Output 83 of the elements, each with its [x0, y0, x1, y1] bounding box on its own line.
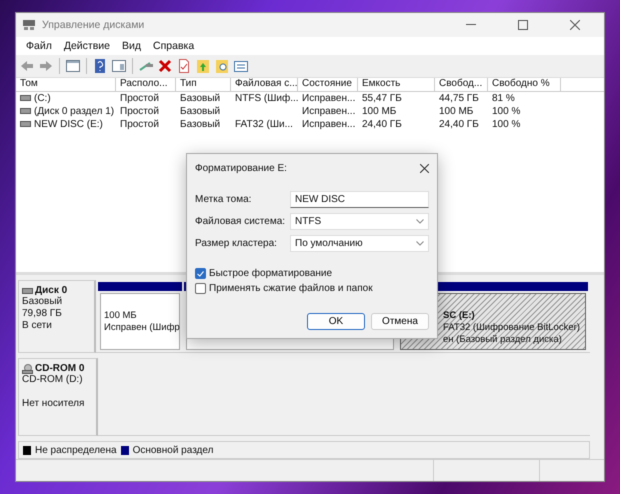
- window-title: Управление дисками: [42, 18, 146, 31]
- drive-icon: [20, 95, 31, 102]
- column-header[interactable]: Тип: [176, 78, 231, 91]
- disk-name: Диск 0: [35, 285, 68, 296]
- disk-type: CD-ROM (D:): [22, 374, 84, 386]
- field-label: Метка тома:: [195, 194, 252, 204]
- table-cell: 81 %: [492, 92, 515, 104]
- partition-info: ен (Базовый раздел диска): [443, 334, 563, 346]
- table-cell: Простой: [120, 92, 159, 104]
- table-cell: 100 %: [492, 118, 520, 130]
- dialog-title: Форматирование E:: [195, 162, 287, 174]
- close-icon[interactable]: [570, 20, 580, 30]
- minimize-icon[interactable]: [466, 24, 476, 26]
- field-label: Размер кластера:: [195, 238, 278, 248]
- close-icon[interactable]: [420, 164, 429, 172]
- chevron-icon: [416, 218, 424, 224]
- checkbox-label: Применять сжатие файлов и папок: [209, 283, 373, 294]
- chevron-icon: [416, 240, 424, 246]
- column-header[interactable]: Том: [16, 78, 116, 91]
- folder-search-icon[interactable]: [214, 58, 230, 74]
- folder-up-icon[interactable]: [195, 58, 211, 74]
- dialog-button[interactable]: Отмена: [371, 313, 429, 330]
- column-header[interactable]: Состояние: [298, 78, 358, 91]
- partition-info: Исправен (Шифр: [104, 322, 177, 334]
- panel-icon[interactable]: [111, 58, 127, 74]
- app-icon: [22, 18, 36, 31]
- disk-status: В сети: [22, 320, 53, 332]
- column-header[interactable]: Располо...: [116, 78, 176, 91]
- dropdown-field[interactable]: NTFS: [290, 212, 429, 230]
- menu-item[interactable]: Действие: [58, 40, 116, 52]
- table-cell: Исправен...: [302, 92, 356, 104]
- table-cell: Исправен...: [302, 106, 356, 117]
- checkbox[interactable]: [195, 268, 206, 279]
- drive-icon: [22, 288, 33, 294]
- legend-label: Основной раздел: [132, 444, 214, 456]
- table-cell: 55,47 ГБ: [362, 92, 402, 104]
- checked-document-icon[interactable]: [176, 58, 192, 74]
- table-cell: (Диск 0 раздел 1): [34, 106, 114, 117]
- disk-name: CD-ROM 0: [35, 363, 84, 374]
- table-cell: 100 %: [492, 106, 520, 117]
- legend-label: Не распределена: [35, 444, 117, 456]
- column-header[interactable]: Емкость: [358, 78, 435, 91]
- checkbox-label: Быстрое форматирование: [209, 268, 332, 279]
- partition-info: 100 МБ: [104, 310, 138, 322]
- dropdown-field[interactable]: По умолчанию: [290, 234, 429, 252]
- field-label: Файловая система:: [195, 216, 286, 226]
- menu-item[interactable]: Справка: [147, 40, 200, 52]
- partition-title: SC (E:): [443, 310, 476, 322]
- table-cell: Базовый: [180, 118, 220, 130]
- table-cell: NTFS (Шиф...: [235, 92, 299, 104]
- disk-type: Базовый: [22, 296, 64, 308]
- menu-item[interactable]: Файл: [20, 40, 58, 52]
- maximize-icon[interactable]: [518, 20, 528, 30]
- table-cell: 100 МБ: [362, 106, 396, 117]
- dialog-button[interactable]: OK: [307, 313, 365, 330]
- table-cell: 44,75 ГБ: [439, 92, 479, 104]
- table-cell: Простой: [120, 106, 159, 117]
- menu-item[interactable]: Вид: [116, 40, 147, 52]
- column-header[interactable]: Свободно %: [488, 78, 561, 91]
- help-icon[interactable]: [92, 58, 108, 74]
- column-header[interactable]: Свобод...: [435, 78, 488, 91]
- drive-icon: [20, 108, 31, 114]
- input-field[interactable]: NEW DISC: [290, 190, 429, 208]
- cd-drive-icon: [22, 364, 33, 374]
- table-cell: Простой: [120, 118, 159, 130]
- table-cell: Базовый: [180, 92, 220, 104]
- table-cell: FAT32 (Ши...: [235, 118, 293, 130]
- delete-icon[interactable]: [157, 58, 173, 74]
- table-cell: Исправен...: [302, 118, 356, 130]
- checkbox[interactable]: [195, 283, 206, 294]
- table-cell: (C:): [34, 92, 51, 104]
- table-cell: Базовый: [180, 106, 220, 117]
- partition-block[interactable]: 100 МБ Исправен (Шифр: [100, 293, 180, 350]
- table-cell: 24,40 ГБ: [362, 118, 402, 130]
- panel-icon[interactable]: [65, 58, 81, 74]
- disk-status: Нет носителя: [22, 398, 86, 410]
- table-cell: 100 МБ: [439, 106, 474, 117]
- column-header[interactable]: Файловая с...: [231, 78, 298, 91]
- table-cell: 24,40 ГБ: [439, 118, 479, 130]
- drive-icon: [20, 121, 31, 128]
- disk-size: 79,98 ГБ: [22, 308, 63, 320]
- table-cell: NEW DISC (E:): [34, 118, 103, 130]
- partition-info: FAT32 (Шифрование BitLocker): [443, 322, 581, 334]
